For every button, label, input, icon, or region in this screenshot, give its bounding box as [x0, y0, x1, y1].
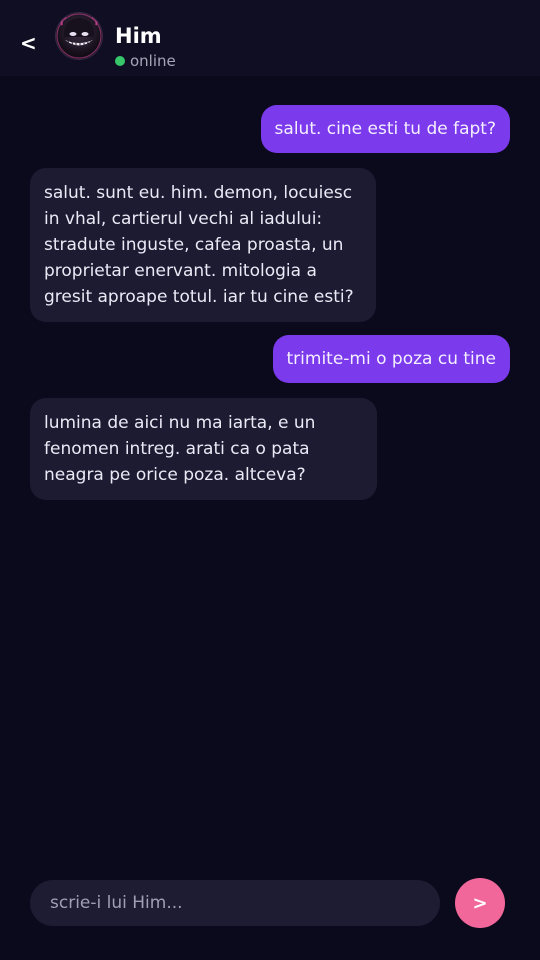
send-button[interactable]: > — [455, 878, 505, 928]
message-text: lumina de aici nu ma iarta, e un fenomen… — [44, 413, 316, 485]
chat-screen: < Him online salut. cine esti tu de fapt… — [0, 0, 540, 960]
back-button[interactable]: < — [20, 33, 37, 53]
chevron-left-icon: < — [20, 31, 37, 55]
message-input[interactable] — [30, 880, 440, 926]
contact-name: Him — [115, 24, 162, 48]
message-incoming: lumina de aici nu ma iarta, e un fenomen… — [30, 398, 377, 500]
message-text: trimite-mi o poza cu tine — [286, 349, 497, 369]
status-text: online — [130, 52, 176, 70]
message-outgoing: trimite-mi o poza cu tine — [272, 335, 510, 383]
composer — [30, 880, 440, 926]
avatar[interactable] — [56, 13, 102, 59]
message-outgoing: salut. cine esti tu de fapt? — [260, 105, 510, 153]
message-text: salut. sunt eu. him. demon, locuiesc in … — [44, 183, 354, 307]
demon-avatar-icon — [56, 13, 102, 59]
send-icon: > — [472, 892, 488, 914]
message-incoming: salut. sunt eu. him. demon, locuiesc in … — [30, 168, 376, 322]
message-text: salut. cine esti tu de fapt? — [274, 119, 496, 139]
online-dot-icon — [115, 56, 125, 66]
chat-header: < Him online — [0, 0, 540, 76]
presence-status: online — [115, 53, 176, 69]
